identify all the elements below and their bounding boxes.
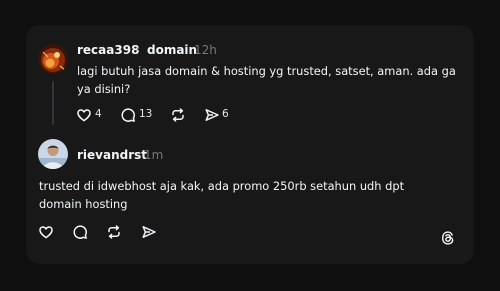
reply-text-line-2: domain hosting bbox=[39, 197, 128, 211]
heart-icon[interactable] bbox=[76, 107, 92, 123]
post-author[interactable]: recaa398 bbox=[77, 43, 139, 57]
reply-repost-icon[interactable] bbox=[106, 224, 122, 240]
thread-line bbox=[52, 81, 54, 125]
reply-comment-icon[interactable] bbox=[72, 224, 88, 240]
comment-icon[interactable] bbox=[120, 107, 136, 123]
reply-send-icon[interactable] bbox=[141, 224, 157, 240]
reply-heart-icon[interactable] bbox=[38, 224, 54, 240]
like-count: 4 bbox=[95, 108, 102, 120]
reply-text-line-1: trusted di idwebhost aja kak, ada promo … bbox=[39, 179, 405, 193]
post-text-line-2: ya disini? bbox=[77, 82, 131, 96]
send-icon[interactable] bbox=[204, 107, 220, 123]
comment-count: 13 bbox=[139, 108, 153, 120]
threads-embed-card: recaa398 › domain 12h lagi butuh jasa do… bbox=[26, 25, 474, 264]
share-count: 6 bbox=[222, 108, 229, 120]
avatar-rievandrst[interactable] bbox=[38, 139, 68, 169]
post-topic[interactable]: domain bbox=[147, 43, 197, 57]
avatar-recaa398[interactable] bbox=[38, 44, 68, 74]
chevron-right-icon: › bbox=[135, 42, 140, 55]
reply-timestamp: 1m bbox=[144, 148, 164, 162]
post-timestamp: 12h bbox=[194, 43, 217, 57]
post-text-line-1: lagi butuh jasa domain & hosting yg trus… bbox=[77, 64, 456, 78]
reply-author[interactable]: rievandrst bbox=[77, 148, 147, 162]
threads-logo-icon[interactable] bbox=[440, 230, 460, 250]
repost-icon[interactable] bbox=[170, 107, 186, 123]
